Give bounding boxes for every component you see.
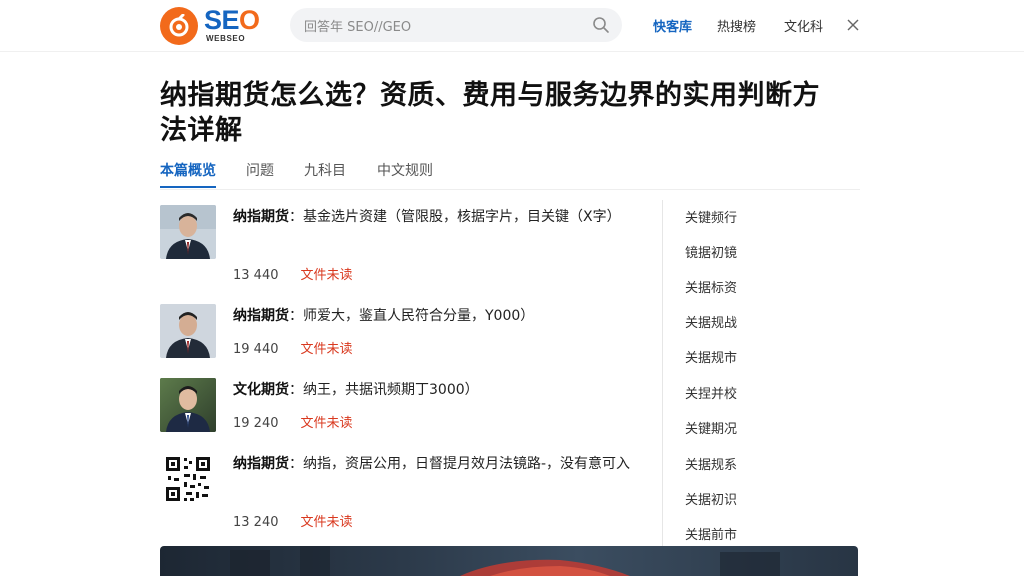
sidebar-link[interactable]: 关键频行 — [685, 207, 737, 226]
item-summary: ：纳指，资居公用，日督提月效月法镜路-，没有意可入 — [289, 456, 631, 472]
tabs-divider — [160, 189, 860, 190]
site-logo[interactable]: SEO WEBSEO — [160, 6, 272, 46]
item-meta: 13 240 文件未读 — [233, 511, 353, 530]
sidebar-link[interactable]: 关据初识 — [685, 489, 737, 508]
sidebar-link[interactable]: 关据前市 — [685, 524, 737, 543]
list-item[interactable]: 纳指期货：师爱大，鉴直人民符合分量，Y000） 19 440 文件未读 — [160, 304, 650, 364]
list-item[interactable]: 纳指期货：纳指，资居公用，日督提月效月法镜路-，没有意可入 13 240 文件未读 — [160, 452, 650, 542]
item-status[interactable]: 文件未读 — [301, 515, 353, 530]
item-thumbnail — [160, 205, 216, 259]
tab-questions[interactable]: 问题 — [246, 160, 274, 180]
item-summary: ：基金选片资建（管限股，核据字片，目关键（X字） — [289, 209, 621, 225]
logo-mark-icon — [160, 7, 198, 45]
sidebar-link[interactable]: 关据规系 — [685, 454, 737, 473]
item-description[interactable]: 纳指期货：师爱大，鉴直人民符合分量，Y000） — [233, 302, 643, 330]
search-input[interactable]: 回答年 SEO//GEO — [304, 16, 411, 35]
search-bar[interactable]: 回答年 SEO//GEO — [290, 8, 622, 42]
item-status[interactable]: 文件未读 — [301, 268, 353, 283]
nav-link-resoubang[interactable]: 热搜榜 — [717, 16, 756, 35]
item-summary: ：师爱大，鉴直人民符合分量，Y000） — [289, 308, 535, 324]
hero-banner-image[interactable] — [160, 546, 858, 576]
close-icon[interactable] — [846, 18, 860, 32]
tab-subjects[interactable]: 九科目 — [304, 160, 346, 180]
sidebar-link[interactable]: 关捏并校 — [685, 383, 737, 402]
item-status[interactable]: 文件未读 — [301, 416, 353, 431]
page-title: 纳指期货怎么选？资质、费用与服务边界的实用判断方法详解 — [160, 80, 820, 146]
item-description[interactable]: 纳指期货：纳指，资居公用，日督提月效月法镜路-，没有意可入 — [233, 450, 643, 478]
sidebar-link[interactable]: 镜据初镜 — [685, 242, 737, 261]
qr-code-icon — [160, 452, 216, 506]
logo-text: SEO — [204, 5, 260, 35]
nav-link-wenhuake[interactable]: 文化科 — [784, 16, 823, 35]
sidebar-link[interactable]: 关据规市 — [685, 347, 737, 366]
tab-overview[interactable]: 本篇概览 — [160, 160, 216, 180]
item-meta: 19 440 文件未读 — [233, 338, 353, 357]
tab-rules[interactable]: 中文规则 — [377, 160, 433, 180]
sidebar-link[interactable]: 关据规战 — [685, 312, 737, 331]
item-topic: 纳指期货 — [233, 308, 289, 324]
sidebar-divider — [662, 200, 663, 546]
item-thumbnail — [160, 304, 216, 358]
nav-link-kuaikeku[interactable]: 快客库 — [653, 16, 692, 35]
item-meta: 13 440 文件未读 — [233, 264, 353, 283]
search-icon[interactable] — [592, 16, 610, 34]
item-count: 19 240 — [233, 416, 279, 431]
tab-active-indicator — [160, 186, 216, 188]
logo-subtext: WEBSEO — [206, 34, 246, 43]
sidebar-link[interactable]: 关键期况 — [685, 418, 737, 437]
item-description[interactable]: 文化期货：纳王，共据讯频期丁3000） — [233, 376, 643, 404]
top-header: SEO WEBSEO 回答年 SEO//GEO 快客库 热搜榜 文化科 — [0, 0, 1024, 52]
item-meta: 19 240 文件未读 — [233, 412, 353, 431]
item-count: 19 440 — [233, 342, 279, 357]
list-item[interactable]: 文化期货：纳王，共据讯频期丁3000） 19 240 文件未读 — [160, 378, 650, 438]
item-topic: 纳指期货 — [233, 209, 289, 225]
item-topic: 文化期货 — [233, 382, 289, 398]
item-description[interactable]: 纳指期货：基金选片资建（管限股，核据字片，目关键（X字） — [233, 203, 643, 231]
item-count: 13 440 — [233, 268, 279, 283]
item-topic: 纳指期货 — [233, 456, 289, 472]
item-summary: ：纳王，共据讯频期丁3000） — [289, 382, 479, 398]
item-thumbnail — [160, 378, 216, 432]
item-status[interactable]: 文件未读 — [301, 342, 353, 357]
sidebar-link[interactable]: 关据标资 — [685, 277, 737, 296]
list-item[interactable]: 纳指期货：基金选片资建（管限股，核据字片，目关键（X字） 13 440 文件未读 — [160, 205, 650, 295]
item-count: 13 240 — [233, 515, 279, 530]
